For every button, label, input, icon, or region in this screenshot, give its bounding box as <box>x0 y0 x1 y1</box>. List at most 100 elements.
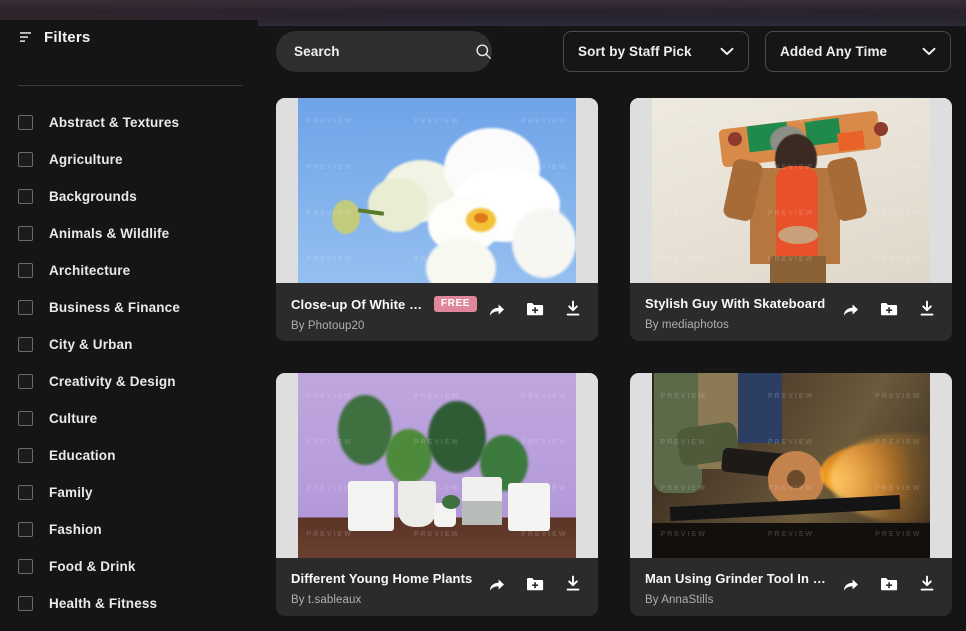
sort-by-value: Sort by Staff Pick <box>578 44 692 59</box>
photo-meta: Stylish Guy With Skateboard By mediaphot… <box>645 296 831 331</box>
sidebar-item-business-finance[interactable]: Business & Finance <box>18 289 240 326</box>
category-label: Family <box>49 485 93 500</box>
sidebar-item-culture[interactable]: Culture <box>18 400 240 437</box>
photo-caption: Stylish Guy With Skateboard By mediaphot… <box>630 283 952 341</box>
category-label: Animals & Wildlife <box>49 226 170 241</box>
folder-plus-icon[interactable] <box>525 574 545 594</box>
sidebar-item-education[interactable]: Education <box>18 437 240 474</box>
photo-card[interactable]: PREVIEWPREVIEWPREVIEW PREVIEWPREVIEWPREV… <box>630 373 952 616</box>
checkbox[interactable] <box>18 189 33 204</box>
photo-thumbnail[interactable]: PREVIEWPREVIEWPREVIEW PREVIEWPREVIEWPREV… <box>276 373 598 558</box>
photo-title-row: Man Using Grinder Tool In Workshop <box>645 571 831 586</box>
sort-by-select[interactable]: Sort by Staff Pick <box>563 31 749 72</box>
photo-thumbnail[interactable]: PREVIEWPREVIEWPREVIEW PREVIEWPREVIEWPREV… <box>276 98 598 283</box>
sidebar-item-food-drink[interactable]: Food & Drink <box>18 548 240 585</box>
photo-author: By Photoup20 <box>291 320 365 332</box>
photo-card[interactable]: PREVIEWPREVIEWPREVIEW PREVIEWPREVIEWPREV… <box>276 98 598 341</box>
sidebar-item-agriculture[interactable]: Agriculture <box>18 141 240 178</box>
checkbox[interactable] <box>18 411 33 426</box>
photo-caption: Different Young Home Plants By t.sableau… <box>276 558 598 616</box>
sidebar-item-abstract-textures[interactable]: Abstract & Textures <box>18 104 240 141</box>
filter-lines-icon <box>20 32 31 42</box>
photo-meta: Different Young Home Plants By t.sableau… <box>291 571 477 606</box>
checkbox[interactable] <box>18 115 33 130</box>
sidebar-item-health-fitness[interactable]: Health & Fitness <box>18 585 240 622</box>
letterbox-right <box>930 98 952 283</box>
sidebar-item-city-urban[interactable]: City & Urban <box>18 326 240 363</box>
folder-plus-icon[interactable] <box>879 574 899 594</box>
letterbox-left <box>276 98 298 283</box>
category-label: Abstract & Textures <box>49 115 180 130</box>
photo-title-row: Stylish Guy With Skateboard <box>645 296 831 311</box>
sidebar-item-architecture[interactable]: Architecture <box>18 252 240 289</box>
sidebar-item-backgrounds[interactable]: Backgrounds <box>18 178 240 215</box>
category-label: Architecture <box>49 263 131 278</box>
photo-author: By mediaphotos <box>645 319 729 331</box>
checkbox[interactable] <box>18 337 33 352</box>
download-icon[interactable] <box>917 574 937 594</box>
photo-author: By t.sableaux <box>291 594 362 606</box>
checkbox[interactable] <box>18 448 33 463</box>
letterbox-left <box>630 98 652 283</box>
photo-meta: Close-up Of White Orchid Fl... FREE By P… <box>291 296 477 332</box>
photo-image-plants <box>276 373 598 558</box>
sidebar-item-family[interactable]: Family <box>18 474 240 511</box>
checkbox[interactable] <box>18 226 33 241</box>
photo-thumbnail[interactable]: PREVIEWPREVIEWPREVIEW PREVIEWPREVIEWPREV… <box>630 98 952 283</box>
letterbox-right <box>576 98 598 283</box>
category-label: Food & Drink <box>49 559 136 574</box>
photo-card[interactable]: PREVIEWPREVIEWPREVIEW PREVIEWPREVIEWPREV… <box>630 98 952 341</box>
sidebar-item-creativity-design[interactable]: Creativity & Design <box>18 363 240 400</box>
chevron-down-icon <box>720 47 734 55</box>
folder-plus-icon[interactable] <box>879 299 899 319</box>
photo-thumbnail[interactable]: PREVIEWPREVIEWPREVIEW PREVIEWPREVIEWPREV… <box>630 373 952 558</box>
category-label: Agriculture <box>49 152 123 167</box>
sidebar-item-fashion[interactable]: Fashion <box>18 511 240 548</box>
filters-header[interactable]: Filters <box>18 20 240 54</box>
checkbox[interactable] <box>18 374 33 389</box>
sidebar-item-animals-wildlife[interactable]: Animals & Wildlife <box>18 215 240 252</box>
photo-title: Man Using Grinder Tool In Workshop <box>645 571 831 586</box>
share-icon[interactable] <box>841 299 861 319</box>
search-box[interactable] <box>276 31 492 72</box>
category-label: Backgrounds <box>49 189 137 204</box>
photo-image-skateboard <box>630 98 952 283</box>
search-input[interactable] <box>294 44 475 59</box>
share-icon[interactable] <box>841 574 861 594</box>
share-icon[interactable] <box>487 299 507 319</box>
photo-actions <box>477 299 583 319</box>
folder-plus-icon[interactable] <box>525 299 545 319</box>
stock-photo-browser: Filters Abstract & Textures Agriculture … <box>0 0 966 631</box>
photo-title: Different Young Home Plants <box>291 571 473 586</box>
photo-title: Close-up Of White Orchid Fl... <box>291 296 424 312</box>
letterbox-left <box>630 373 652 558</box>
search-icon[interactable] <box>475 43 492 60</box>
share-icon[interactable] <box>487 574 507 594</box>
added-time-select[interactable]: Added Any Time <box>765 31 951 72</box>
download-icon[interactable] <box>563 299 583 319</box>
photo-title-row: Close-up Of White Orchid Fl... FREE <box>291 296 477 312</box>
filters-title: Filters <box>44 28 91 46</box>
photo-card[interactable]: PREVIEWPREVIEWPREVIEW PREVIEWPREVIEWPREV… <box>276 373 598 616</box>
checkbox[interactable] <box>18 263 33 278</box>
letterbox-right <box>930 373 952 558</box>
category-label: Fashion <box>49 522 102 537</box>
checkbox[interactable] <box>18 596 33 611</box>
checkbox[interactable] <box>18 152 33 167</box>
filters-sidebar: Filters Abstract & Textures Agriculture … <box>0 20 258 631</box>
photo-caption: Man Using Grinder Tool In Workshop By An… <box>630 558 952 616</box>
download-icon[interactable] <box>917 299 937 319</box>
checkbox[interactable] <box>18 300 33 315</box>
category-label: City & Urban <box>49 337 133 352</box>
download-icon[interactable] <box>563 574 583 594</box>
added-time-value: Added Any Time <box>780 44 888 59</box>
checkbox[interactable] <box>18 485 33 500</box>
checkbox[interactable] <box>18 559 33 574</box>
photo-actions <box>831 574 937 594</box>
letterbox-left <box>276 373 298 558</box>
photo-author: By AnnaStills <box>645 594 714 606</box>
photo-caption: Close-up Of White Orchid Fl... FREE By P… <box>276 283 598 341</box>
photo-title-row: Different Young Home Plants <box>291 571 477 586</box>
photo-actions <box>831 299 937 319</box>
checkbox[interactable] <box>18 522 33 537</box>
